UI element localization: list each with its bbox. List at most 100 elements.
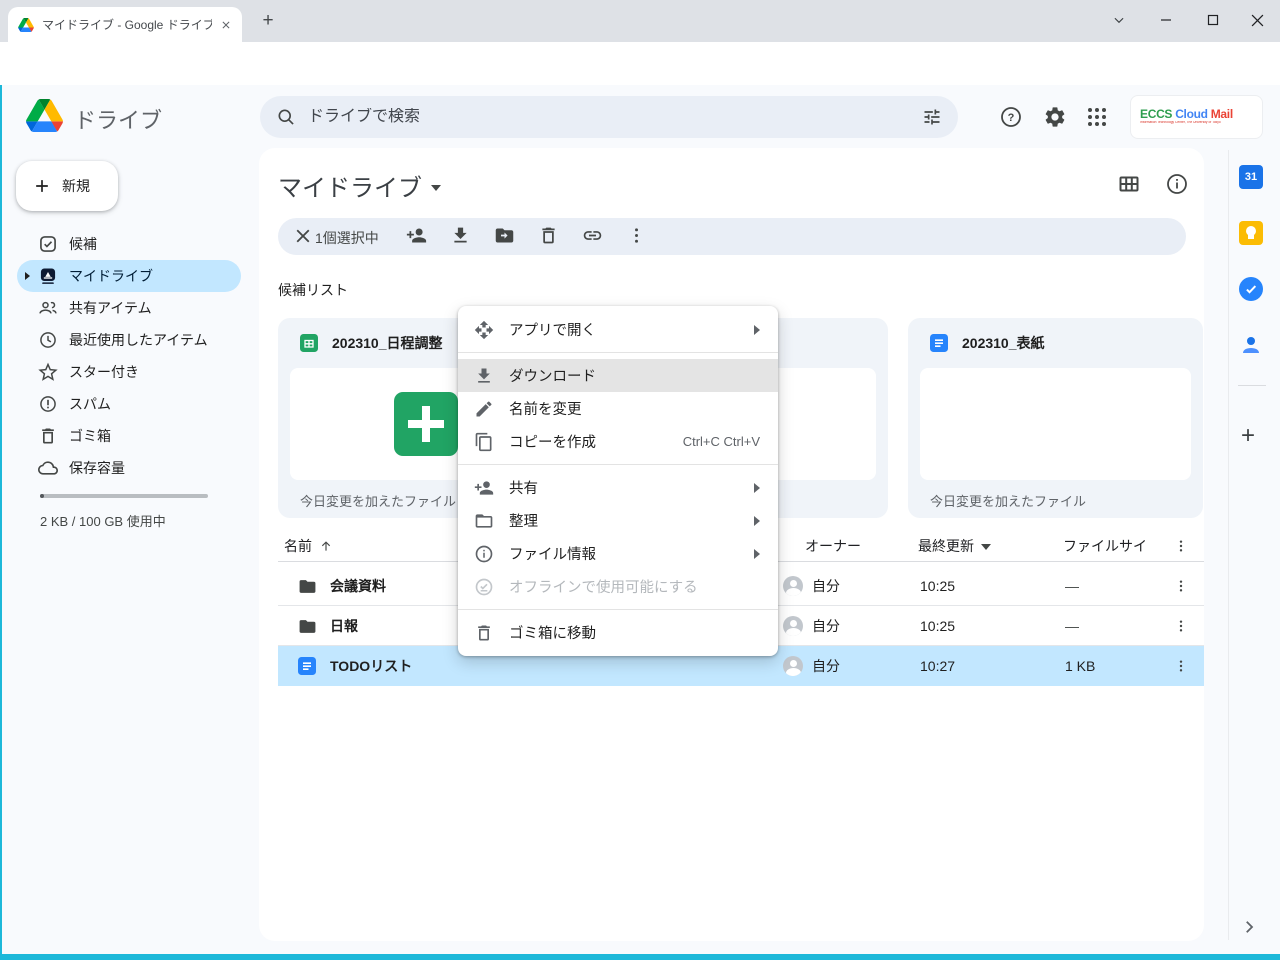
window-close-button[interactable]: [1234, 0, 1280, 40]
sidebar-item-suggested[interactable]: 候補: [17, 228, 241, 260]
tab-title: マイドライブ - Google ドライブ: [42, 16, 212, 33]
trash-icon: [474, 623, 494, 643]
search-bar[interactable]: [260, 96, 958, 138]
apps-grid-icon[interactable]: [1085, 105, 1109, 129]
tasks-icon[interactable]: [1239, 277, 1265, 303]
dropdown-caret-icon[interactable]: [431, 185, 441, 191]
drive-favicon-icon: [18, 18, 34, 32]
owner-avatar: [783, 606, 803, 646]
spam-icon: [38, 394, 58, 414]
contacts-icon[interactable]: [1239, 333, 1265, 359]
submenu-arrow-icon: [754, 549, 760, 559]
settings-gear-icon[interactable]: [1043, 105, 1067, 129]
menu-divider: [458, 464, 778, 465]
collapse-chevron-icon[interactable]: [1240, 918, 1258, 936]
row-actions-dots-icon[interactable]: [1173, 646, 1189, 686]
new-tab-button[interactable]: +: [256, 9, 280, 33]
help-icon[interactable]: ?: [999, 105, 1023, 129]
window-minimize-button[interactable]: [1143, 0, 1189, 40]
menu-shortcut: Ctrl+C Ctrl+V: [683, 434, 760, 449]
get-link-icon[interactable]: [582, 225, 604, 247]
clear-selection-icon[interactable]: [292, 225, 314, 247]
info-icon: [474, 544, 494, 564]
info-icon[interactable]: [1165, 172, 1189, 196]
page-title[interactable]: マイドライブ: [278, 168, 441, 203]
selection-toolbar: 1個選択中: [278, 218, 1186, 255]
card-caption: 今日変更を加えたファイル: [300, 491, 456, 510]
docs-file-icon: [298, 646, 316, 686]
menu-item-make-copy[interactable]: コピーを作成 Ctrl+C Ctrl+V: [458, 425, 778, 458]
sidebar-item-spam[interactable]: スパム: [17, 388, 241, 420]
move-to-folder-icon[interactable]: [494, 225, 516, 247]
browser-toolbar: drive.google.com/drive/my-drive U: [0, 42, 1280, 85]
sidebar-item-starred[interactable]: スター付き: [17, 356, 241, 388]
card-title: 202310_表紙: [962, 333, 1045, 353]
window-maximize-button[interactable]: [1190, 0, 1236, 40]
sort-by-modified[interactable]: 最終更新: [918, 530, 991, 562]
menu-item-file-info[interactable]: ファイル情報: [458, 537, 778, 570]
get-addons-plus-icon[interactable]: +: [1241, 422, 1255, 450]
row-actions-dots-icon[interactable]: [1173, 566, 1189, 606]
owner-name: 自分: [812, 606, 840, 646]
new-button[interactable]: 新規: [16, 161, 118, 211]
side-panel-separator: [1238, 385, 1266, 386]
check-square-icon: [38, 234, 58, 254]
search-icon[interactable]: [276, 107, 296, 127]
sheets-logo-large-icon: [394, 392, 458, 456]
search-input[interactable]: [308, 108, 910, 126]
app-name: ドライブ: [74, 103, 162, 135]
sidebar-item-shared[interactable]: 共有アイテム: [17, 292, 241, 324]
account-badge-subtitle: Information Technology Center, The Unive…: [1140, 121, 1221, 124]
sort-by-name[interactable]: 名前: [284, 530, 333, 562]
menu-item-offline: オフラインで使用可能にする: [458, 570, 778, 603]
folder-icon: [298, 606, 317, 646]
menu-item-rename[interactable]: 名前を変更: [458, 392, 778, 425]
browser-tab-strip: マイドライブ - Google ドライブ +: [0, 0, 1280, 42]
storage-progress-bar: [40, 494, 208, 498]
tab-search-chevron-icon[interactable]: [1096, 0, 1142, 40]
menu-item-download[interactable]: ダウンロード: [458, 359, 778, 392]
context-menu: アプリで開く ダウンロード 名前を変更 コピーを作成 Ctrl+C Ctrl+V…: [458, 306, 778, 656]
download-icon[interactable]: [450, 225, 472, 247]
search-filter-tune-icon[interactable]: [922, 107, 942, 127]
expand-arrow-icon[interactable]: [25, 272, 30, 280]
account-badge[interactable]: ECCS Cloud Mail Information Technology C…: [1130, 95, 1263, 139]
menu-item-organize[interactable]: 整理: [458, 504, 778, 537]
owner-avatar: [783, 566, 803, 606]
row-actions-dots-icon[interactable]: [1173, 606, 1189, 646]
submenu-arrow-icon: [754, 516, 760, 526]
card-title: 202310_日程調整: [332, 333, 443, 353]
menu-item-open-with[interactable]: アプリで開く: [458, 313, 778, 346]
file-size: —: [1065, 566, 1079, 606]
file-card-docs[interactable]: 202310_表紙 今日変更を加えたファイル: [908, 318, 1203, 518]
keep-icon[interactable]: [1239, 221, 1265, 247]
card-caption: 今日変更を加えたファイル: [930, 491, 1086, 510]
column-size[interactable]: ファイルサイ: [1063, 530, 1147, 562]
menu-item-move-to-trash[interactable]: ゴミ箱に移動: [458, 616, 778, 649]
window-accent-edge-left: [0, 85, 2, 960]
menu-item-share[interactable]: 共有: [458, 471, 778, 504]
copy-icon: [474, 432, 494, 452]
grid-view-icon[interactable]: [1117, 172, 1141, 196]
tab-close-icon[interactable]: [220, 19, 232, 31]
sidebar-item-trash[interactable]: ゴミ箱: [17, 420, 241, 452]
sidebar-item-my-drive[interactable]: マイドライブ: [17, 260, 241, 292]
trash-icon: [38, 426, 58, 446]
download-icon: [474, 366, 494, 386]
owner-name: 自分: [812, 646, 840, 686]
clock-icon: [38, 330, 58, 350]
column-owner[interactable]: オーナー: [805, 530, 861, 562]
submenu-arrow-icon: [754, 483, 760, 493]
trash-icon[interactable]: [538, 225, 560, 247]
window-accent-edge-bottom: [0, 954, 1280, 960]
browser-tab[interactable]: マイドライブ - Google ドライブ: [8, 7, 242, 42]
sidebar-item-recent[interactable]: 最近使用したアイテム: [17, 324, 241, 356]
plus-icon: [32, 176, 52, 196]
more-actions-dots-icon[interactable]: [626, 225, 648, 247]
column-options-dots-icon[interactable]: [1173, 530, 1189, 562]
share-person-add-icon[interactable]: [406, 225, 428, 247]
file-name: TODOリスト: [330, 646, 412, 686]
folder-outline-icon: [474, 511, 494, 531]
sidebar-item-storage[interactable]: 保存容量: [17, 452, 241, 484]
calendar-icon[interactable]: 31: [1239, 165, 1265, 191]
